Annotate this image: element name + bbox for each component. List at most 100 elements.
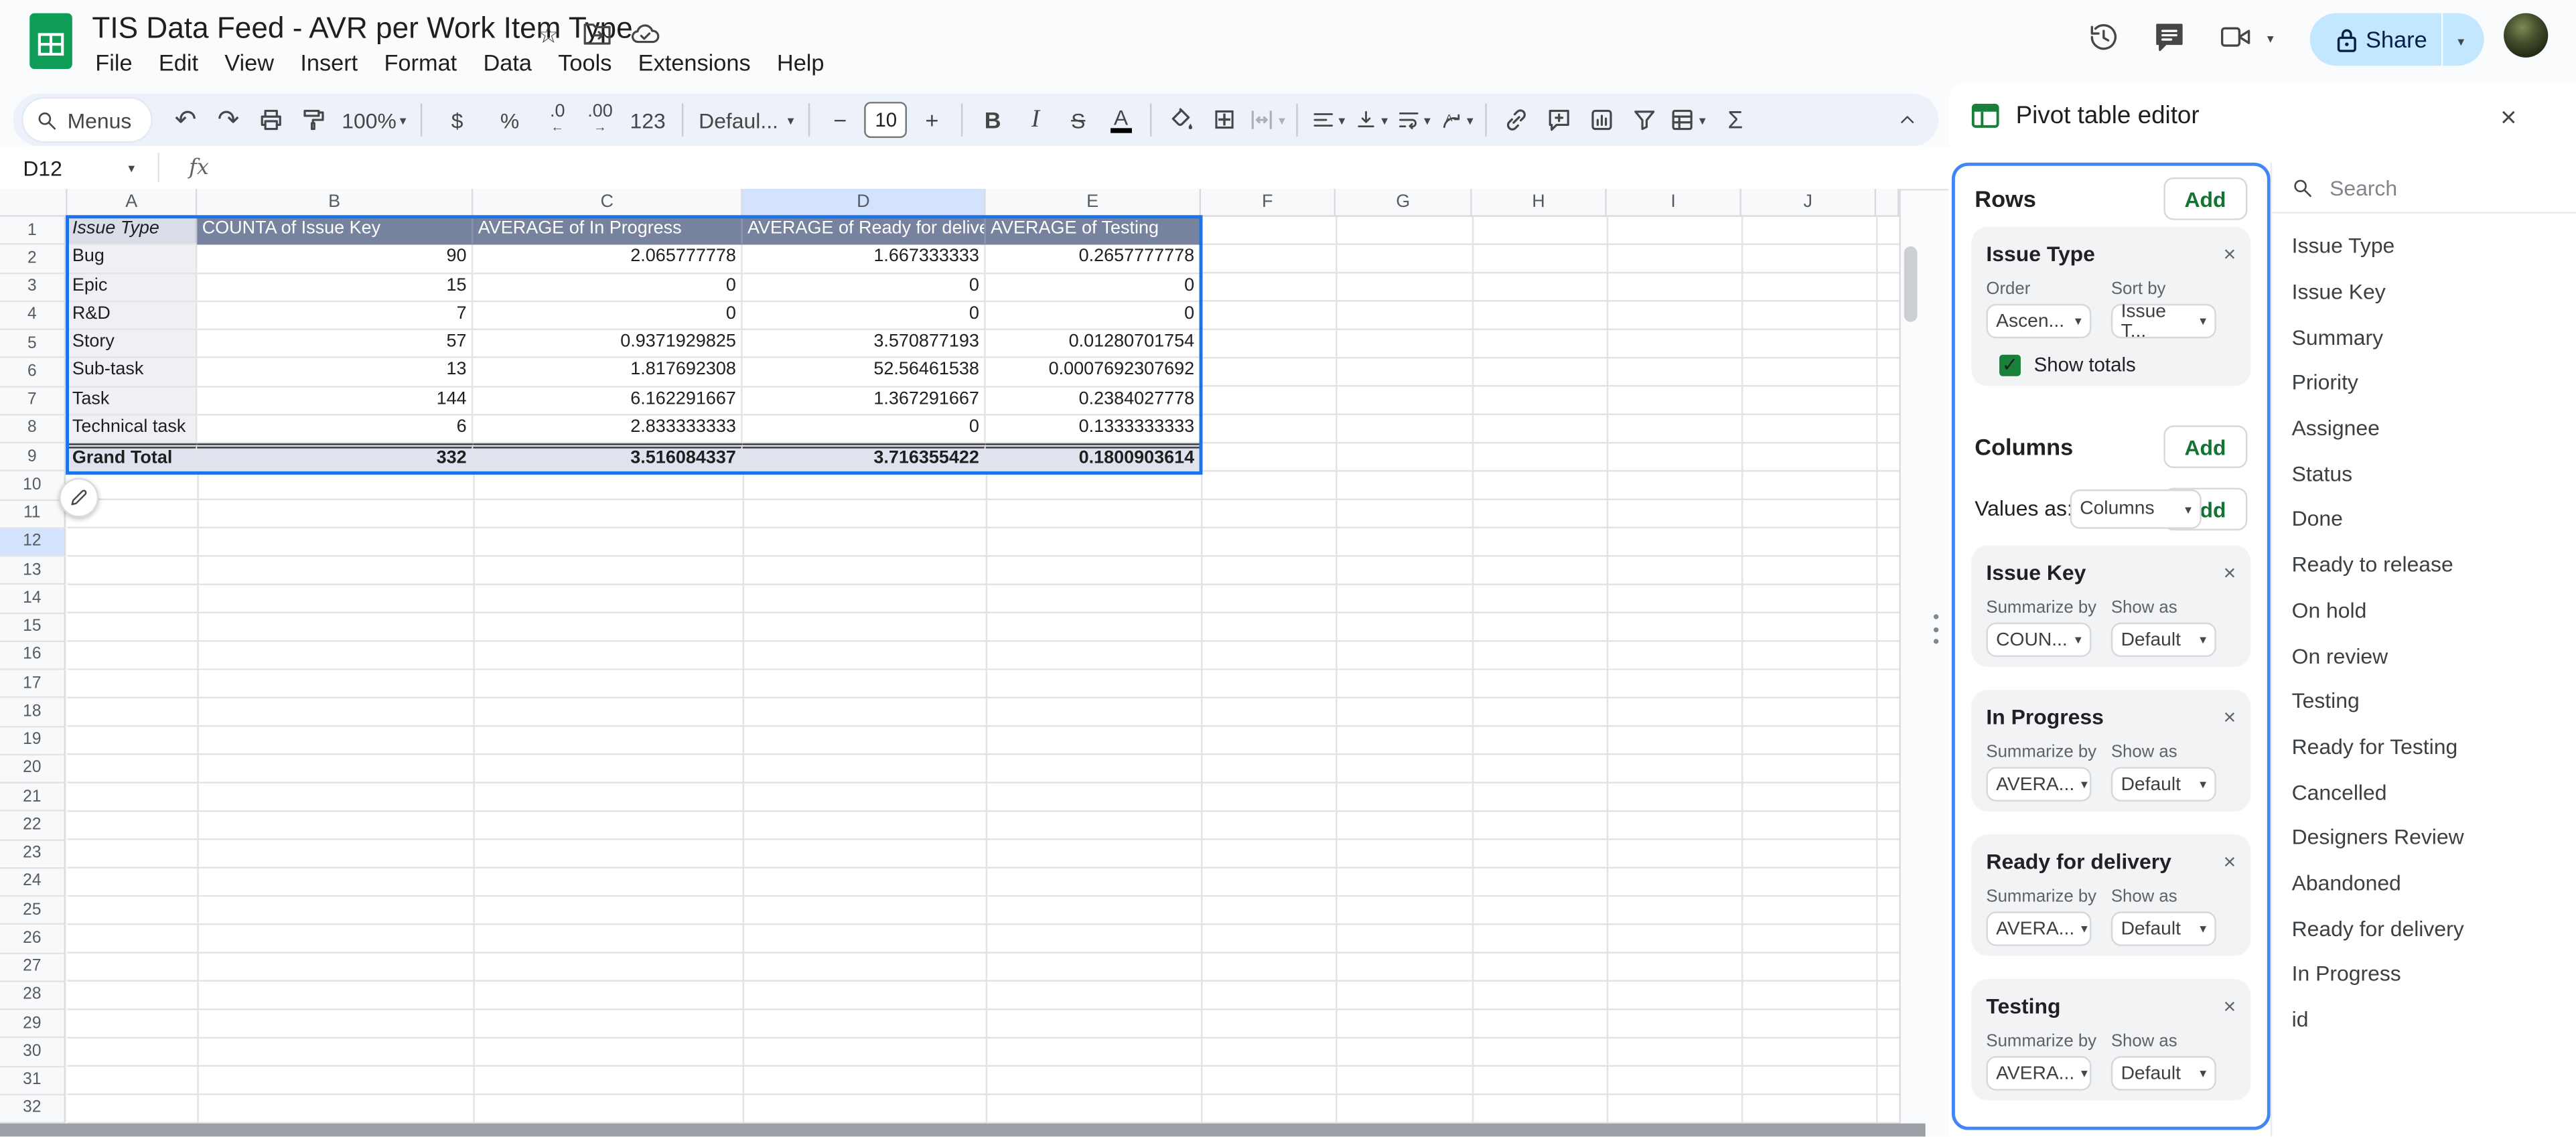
field-item[interactable]: id	[2272, 996, 2576, 1042]
cell-b9[interactable]: 332	[197, 443, 473, 471]
row-header[interactable]: 27	[0, 954, 66, 982]
row-header[interactable]: 11	[0, 500, 66, 528]
column-header-i[interactable]: I	[1607, 189, 1741, 217]
row-header[interactable]: 13	[0, 556, 66, 585]
remove-card-icon[interactable]: ×	[2224, 704, 2236, 729]
row-header[interactable]: 18	[0, 698, 66, 727]
cell-a2[interactable]: Bug	[68, 245, 198, 273]
name-box[interactable]: D12	[0, 155, 125, 180]
menu-file[interactable]: File	[82, 46, 146, 79]
borders-button[interactable]: ⊞	[1205, 100, 1244, 140]
row-header[interactable]: 32	[0, 1095, 66, 1123]
remove-card-icon[interactable]: ×	[2224, 994, 2236, 1018]
cloud-saved-icon[interactable]	[631, 21, 660, 44]
add-rows-button[interactable]: Add	[2163, 177, 2248, 220]
row-header[interactable]: 21	[0, 783, 66, 812]
row-header[interactable]: 30	[0, 1039, 66, 1067]
row-header[interactable]: 19	[0, 727, 66, 755]
row-header[interactable]: 20	[0, 755, 66, 783]
row-header[interactable]: 31	[0, 1067, 66, 1095]
show-as-select[interactable]: Default▾	[2111, 767, 2216, 802]
row-header[interactable]: 4	[0, 302, 66, 330]
history-icon[interactable]	[2086, 19, 2123, 56]
field-item[interactable]: Issue Type	[2272, 224, 2576, 269]
cell-b1[interactable]: COUNTA of Issue Key	[197, 217, 473, 245]
row-header[interactable]: 15	[0, 613, 66, 641]
text-color-button[interactable]: A	[1101, 100, 1141, 140]
italic-button[interactable]: I	[1016, 100, 1056, 140]
row-header[interactable]: 29	[0, 1010, 66, 1038]
show-as-select[interactable]: Default▾	[2111, 623, 2216, 658]
field-search-input[interactable]: Search	[2272, 163, 2576, 214]
column-header-b[interactable]: B	[197, 189, 473, 217]
cell-c6[interactable]: 1.817692308	[473, 358, 742, 386]
cell-b4[interactable]: 7	[197, 302, 473, 330]
field-item[interactable]: Ready to release	[2272, 542, 2576, 587]
paint-format-button[interactable]	[294, 100, 334, 140]
row-header[interactable]: 1	[0, 217, 66, 245]
format-percent-button[interactable]: %	[485, 100, 534, 140]
cell-a1[interactable]: Issue Type	[68, 217, 198, 245]
cell-d2[interactable]: 1.667333333	[743, 245, 986, 273]
cell-d1[interactable]: AVERAGE of Ready for deliver	[743, 217, 986, 245]
insert-comment-button[interactable]	[1540, 100, 1579, 140]
cell-d5[interactable]: 3.570877193	[743, 330, 986, 358]
field-item[interactable]: Issue Key	[2272, 269, 2576, 314]
row-header[interactable]: 2	[0, 245, 66, 273]
cell-c2[interactable]: 2.065777778	[473, 245, 742, 273]
row-header[interactable]: 22	[0, 812, 66, 840]
show-as-select[interactable]: Default▾	[2111, 1056, 2216, 1091]
cell-c9[interactable]: 3.516084337	[473, 443, 742, 471]
row-header[interactable]: 8	[0, 415, 66, 443]
field-item[interactable]: Status	[2272, 451, 2576, 496]
menu-data[interactable]: Data	[470, 46, 545, 79]
cell-d9[interactable]: 3.716355422	[743, 443, 986, 471]
row-header[interactable]: 28	[0, 982, 66, 1010]
menu-format[interactable]: Format	[371, 46, 470, 79]
cell-e9[interactable]: 0.1800903614	[986, 443, 1201, 471]
close-panel-icon[interactable]: ×	[2500, 102, 2516, 135]
cell-d6[interactable]: 52.56461538	[743, 358, 986, 386]
cell-e4[interactable]: 0	[986, 302, 1201, 330]
cell-a9-grand-total[interactable]: Grand Total	[68, 443, 198, 471]
cell-a7[interactable]: Task	[68, 387, 198, 415]
row-header[interactable]: 14	[0, 585, 66, 613]
name-box-dropdown-arrow[interactable]: ▾	[128, 160, 135, 175]
row-header[interactable]: 26	[0, 925, 66, 954]
select-all-corner[interactable]	[0, 189, 68, 217]
cell-d3[interactable]: 0	[743, 273, 986, 301]
text-wrap-button[interactable]: ▾	[1394, 100, 1433, 140]
field-item[interactable]: In Progress	[2272, 951, 2576, 996]
cell-b6[interactable]: 13	[197, 358, 473, 386]
field-item[interactable]: Abandoned	[2272, 860, 2576, 905]
row-header[interactable]: 17	[0, 670, 66, 698]
field-item[interactable]: Designers Review	[2272, 814, 2576, 860]
cell-e7[interactable]: 0.2384027778	[986, 387, 1201, 415]
column-header-c[interactable]: C	[473, 189, 742, 217]
row-header[interactable]: 23	[0, 840, 66, 868]
remove-card-icon[interactable]: ×	[2224, 849, 2236, 874]
summarize-by-select[interactable]: AVERA...▾	[1986, 911, 2091, 946]
row-header[interactable]: 9	[0, 443, 66, 471]
vertical-align-button[interactable]: ▾	[1351, 100, 1390, 140]
cell-e5[interactable]: 0.01280701754	[986, 330, 1201, 358]
cell-a4[interactable]: R&D	[68, 302, 198, 330]
cell-b5[interactable]: 57	[197, 330, 473, 358]
show-as-select[interactable]: Default▾	[2111, 911, 2216, 946]
column-header-j[interactable]: J	[1741, 189, 1876, 217]
add-columns-button[interactable]: Add	[2163, 425, 2248, 468]
sortby-select[interactable]: Issue T...▾	[2111, 304, 2216, 339]
insert-link-button[interactable]	[1497, 100, 1536, 140]
font-select[interactable]: Defaul...▾	[694, 100, 799, 140]
star-icon[interactable]: ☆	[537, 19, 559, 49]
vertical-scrollbar-thumb[interactable]	[1904, 246, 1918, 322]
fill-color-button[interactable]	[1162, 100, 1202, 140]
cell-c3[interactable]: 0	[473, 273, 742, 301]
menu-insert[interactable]: Insert	[287, 46, 371, 79]
share-dropdown-arrow[interactable]: ▾	[2457, 35, 2464, 50]
remove-card-icon[interactable]: ×	[2224, 560, 2236, 585]
field-item[interactable]: Priority	[2272, 360, 2576, 405]
menu-tools[interactable]: Tools	[545, 46, 625, 79]
menu-view[interactable]: View	[212, 46, 287, 79]
cell-a5[interactable]: Story	[68, 330, 198, 358]
